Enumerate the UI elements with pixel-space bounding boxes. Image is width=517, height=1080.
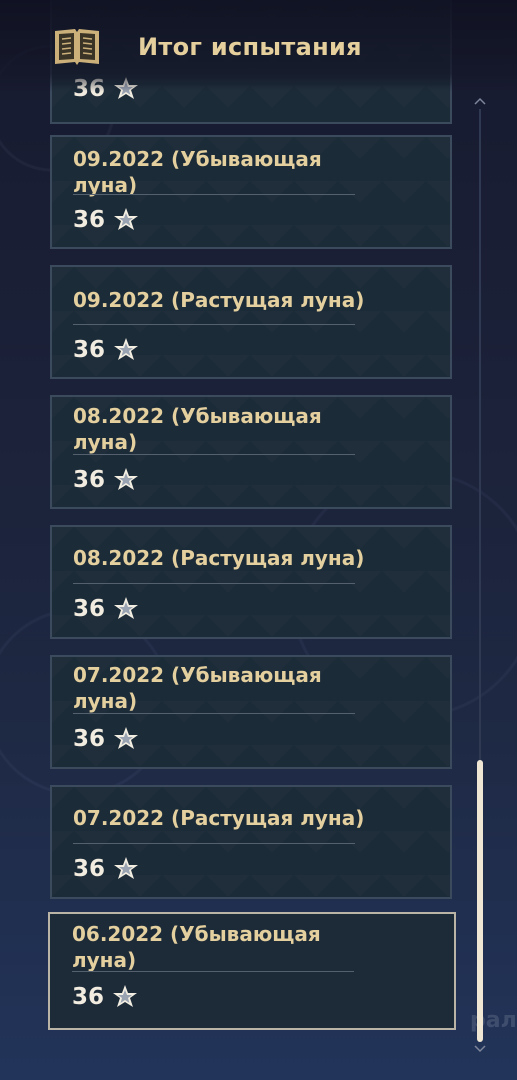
book-icon — [55, 29, 99, 65]
score-number: 36 — [73, 726, 106, 752]
record-title: 09.2022 (Растущая луна) — [73, 288, 365, 312]
abyss-star-icon — [114, 468, 139, 490]
list-item[interactable]: 09.2022 (Растущая луна) 36 — [50, 265, 452, 379]
chevron-down-icon[interactable] — [472, 1043, 488, 1055]
divider — [73, 583, 355, 584]
divider — [73, 324, 355, 325]
record-title: 07.2022 (Убывающая луна) — [73, 663, 322, 713]
abyss-star-icon — [114, 597, 139, 619]
list-item[interactable]: 07.2022 (Растущая луна) 36 — [50, 785, 452, 899]
score-value: 36 — [73, 207, 139, 233]
list-item[interactable]: 08.2022 (Убывающая луна) 36 — [50, 395, 452, 509]
list-item[interactable]: 09.2022 (Убывающая луна) 36 — [50, 135, 452, 249]
score-value: 36 — [72, 984, 138, 1010]
score-number: 36 — [73, 596, 106, 622]
abyss-star-icon — [114, 208, 139, 230]
record-list[interactable]: 36 09.2022 (Убывающая луна) 36 09.2022 (… — [48, 0, 458, 1080]
list-item[interactable]: 08.2022 (Растущая луна) 36 — [50, 525, 452, 639]
list-item-selected[interactable]: 06.2022 (Убывающая луна) 36 — [48, 912, 456, 1030]
divider — [73, 713, 355, 714]
score-value: 36 — [73, 856, 139, 882]
record-title: 08.2022 (Растущая луна) — [73, 546, 365, 570]
divider — [73, 194, 355, 195]
abyss-star-icon — [114, 338, 139, 360]
score-value: 36 — [73, 726, 139, 752]
list-item[interactable]: 07.2022 (Убывающая луна) 36 — [50, 655, 452, 769]
abyss-star-icon — [113, 985, 138, 1007]
divider — [73, 454, 355, 455]
page-title: Итог испытания — [138, 33, 362, 61]
divider — [73, 843, 355, 844]
record-title: 06.2022 (Убывающая луна) — [72, 922, 321, 972]
header: Итог испытания — [0, 0, 517, 92]
abyss-star-icon — [114, 857, 139, 879]
score-value: 36 — [73, 596, 139, 622]
divider — [72, 971, 354, 972]
abyss-star-icon — [114, 727, 139, 749]
score-value: 36 — [73, 467, 139, 493]
score-number: 36 — [73, 207, 106, 233]
chevron-up-icon[interactable] — [472, 95, 488, 107]
score-number: 36 — [72, 984, 105, 1010]
scroll-thumb[interactable] — [477, 760, 483, 1042]
score-number: 36 — [73, 856, 106, 882]
record-title: 08.2022 (Убывающая луна) — [73, 404, 322, 454]
score-number: 36 — [73, 467, 106, 493]
score-number: 36 — [73, 337, 106, 363]
score-value: 36 — [73, 337, 139, 363]
record-title: 07.2022 (Растущая луна) — [73, 806, 365, 830]
scrollbar[interactable] — [470, 95, 490, 1060]
record-title: 09.2022 (Убывающая луна) — [73, 147, 322, 197]
